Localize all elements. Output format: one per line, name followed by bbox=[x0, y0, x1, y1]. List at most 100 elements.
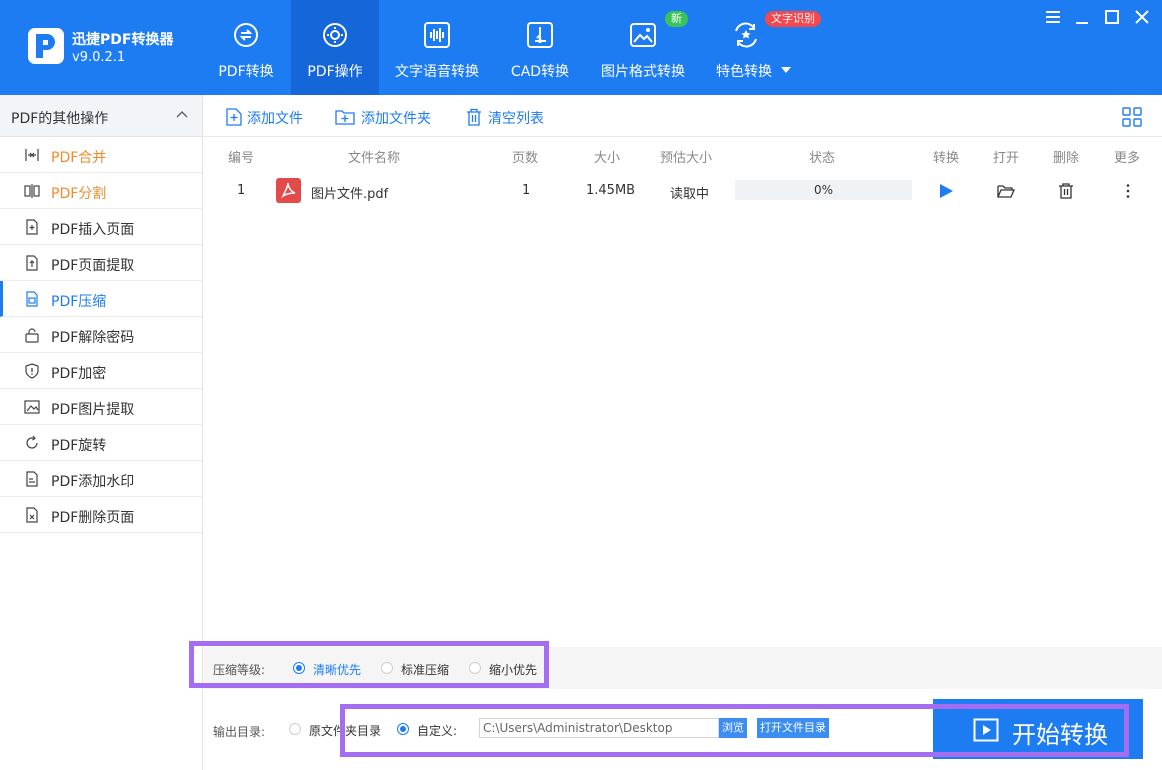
sidebar-item-label: PDF加密 bbox=[51, 366, 107, 382]
tab-label: 图片格式转换 bbox=[601, 64, 685, 80]
header-status: 状态 bbox=[809, 151, 836, 166]
start-convert-button[interactable]: 开始转换 bbox=[933, 699, 1143, 759]
table-row[interactable]: 1 图片文件.pdf 1 1.45MB 读取中 0% bbox=[204, 173, 1162, 209]
maximize-icon[interactable] bbox=[1102, 8, 1122, 26]
sidebar-item-label: PDF插入页面 bbox=[51, 222, 135, 238]
header-size: 大小 bbox=[594, 151, 621, 166]
add-folder-button[interactable]: 添加文件夹 bbox=[335, 107, 445, 127]
app-version: v9.0.2.1 bbox=[72, 50, 126, 65]
row-index: 1 bbox=[237, 183, 246, 198]
add-file-label: 添加文件 bbox=[247, 111, 303, 127]
clear-list-label: 清空列表 bbox=[488, 111, 544, 127]
delete-icon[interactable] bbox=[1057, 182, 1075, 200]
sidebar-item-compress[interactable]: PDF压缩 bbox=[0, 281, 202, 317]
sidebar-item-label: PDF解除密码 bbox=[51, 330, 135, 346]
header-delete: 删除 bbox=[1053, 151, 1080, 166]
sidebar: PDF的其他操作 PDF合并 PDF分割 PDF插入页面 PDF页面提取 PDF… bbox=[0, 95, 203, 770]
sidebar-item-watermark[interactable]: PDF添加水印 bbox=[0, 461, 202, 497]
compress-option-standard[interactable]: 标准压缩 bbox=[401, 661, 449, 678]
compress-radio-standard[interactable] bbox=[381, 662, 393, 674]
sidebar-item-label: PDF删除页面 bbox=[51, 510, 135, 526]
header-pages: 页数 bbox=[512, 151, 539, 166]
browse-button[interactable]: 浏览 bbox=[719, 718, 747, 738]
sidebar-item-label: PDF压缩 bbox=[51, 294, 107, 310]
compress-level-bar: 压缩等级: 清晰优先 标准压缩 缩小优先 bbox=[204, 647, 1162, 689]
compress-icon bbox=[26, 291, 38, 307]
tab-label: CAD转换 bbox=[510, 64, 570, 80]
header-name: 文件名称 bbox=[348, 151, 401, 166]
sidebar-item-label: PDF合并 bbox=[51, 150, 107, 166]
tab-label: PDF转换 bbox=[218, 64, 274, 80]
sidebar-item-extract-page[interactable]: PDF页面提取 bbox=[0, 245, 202, 281]
close-icon[interactable] bbox=[1132, 8, 1152, 26]
chevron-up-icon bbox=[176, 110, 188, 118]
header-estimate: 预估大小 bbox=[660, 151, 713, 166]
extract-page-icon bbox=[26, 255, 38, 271]
sidebar-header[interactable]: PDF的其他操作 bbox=[0, 95, 202, 137]
radio-custom-dir[interactable] bbox=[397, 723, 409, 735]
sidebar-item-rotate[interactable]: PDF旋转 bbox=[0, 425, 202, 461]
custom-dir-label[interactable]: 自定义: bbox=[417, 722, 457, 739]
tab-label: PDF操作 bbox=[307, 64, 363, 80]
sidebar-item-image-extract[interactable]: PDF图片提取 bbox=[0, 389, 202, 425]
add-file-button[interactable]: 添加文件 bbox=[225, 107, 315, 127]
clear-list-button[interactable]: 清空列表 bbox=[466, 107, 556, 127]
ocr-badge: 文字识别 bbox=[765, 11, 821, 27]
add-file-icon bbox=[226, 108, 242, 126]
table-header: 编号 文件名称 页数 大小 预估大小 状态 转换 打开 删除 更多 bbox=[204, 137, 1162, 173]
delete-page-icon bbox=[26, 507, 38, 523]
tab-pdf-operate[interactable]: PDF操作 bbox=[291, 0, 379, 95]
rotate-icon bbox=[26, 435, 38, 449]
tab-voice-convert[interactable]: 文字语音转换 bbox=[385, 0, 489, 95]
voice-wave-icon bbox=[424, 22, 450, 48]
feature-convert-icon bbox=[735, 22, 757, 48]
play-icon[interactable] bbox=[937, 182, 955, 200]
sidebar-item-delete-page[interactable]: PDF删除页面 bbox=[0, 497, 202, 533]
add-folder-icon bbox=[335, 110, 355, 125]
sidebar-item-merge[interactable]: PDF合并 bbox=[0, 137, 202, 173]
menu-icon[interactable] bbox=[1043, 8, 1063, 26]
app-logo bbox=[28, 28, 64, 64]
progress-bar: 0% bbox=[735, 180, 912, 200]
compress-radio-smallest[interactable] bbox=[469, 662, 481, 674]
new-badge: 新 bbox=[665, 11, 688, 27]
minimize-icon[interactable] bbox=[1072, 8, 1092, 26]
grid-view-icon[interactable] bbox=[1122, 107, 1142, 127]
header-more: 更多 bbox=[1114, 151, 1141, 166]
merge-icon bbox=[25, 149, 39, 161]
output-path-input[interactable] bbox=[479, 718, 719, 738]
output-directory-bar: 输出目录: 原文件夹目录 自定义: 浏览 打开文件目录 开始转换 bbox=[204, 689, 1162, 770]
unlock-icon bbox=[25, 328, 39, 343]
header-open: 打开 bbox=[993, 151, 1020, 166]
tab-cad-convert[interactable]: CAD转换 bbox=[500, 0, 580, 95]
sidebar-item-split[interactable]: PDF分割 bbox=[0, 173, 202, 209]
app-name: 迅捷PDF转换器 bbox=[72, 32, 174, 48]
sidebar-item-encrypt[interactable]: PDF加密 bbox=[0, 353, 202, 389]
pdf-operate-icon bbox=[323, 23, 347, 47]
row-size: 1.45MB bbox=[586, 183, 636, 198]
open-dir-button[interactable]: 打开文件目录 bbox=[757, 718, 829, 738]
tab-pdf-convert[interactable]: PDF转换 bbox=[201, 0, 291, 95]
more-icon[interactable] bbox=[1119, 182, 1137, 200]
sidebar-item-label: PDF旋转 bbox=[51, 438, 107, 454]
image-extract-icon bbox=[24, 400, 40, 414]
radio-original-dir[interactable] bbox=[289, 723, 301, 735]
trash-icon bbox=[467, 108, 481, 126]
tab-label: 文字语音转换 bbox=[395, 64, 479, 80]
app-logo-icon bbox=[36, 34, 55, 58]
toolbar: 添加文件 添加文件夹 清空列表 bbox=[204, 95, 1162, 137]
start-icon bbox=[973, 718, 999, 742]
add-folder-label: 添加文件夹 bbox=[361, 111, 431, 127]
sidebar-item-remove-password[interactable]: PDF解除密码 bbox=[0, 317, 202, 353]
compress-option-smallest[interactable]: 缩小优先 bbox=[489, 661, 537, 678]
row-estimate: 读取中 bbox=[670, 187, 710, 202]
image-icon bbox=[630, 23, 656, 47]
original-dir-label[interactable]: 原文件夹目录 bbox=[309, 722, 381, 739]
sidebar-item-insert-page[interactable]: PDF插入页面 bbox=[0, 209, 202, 245]
sidebar-item-label: PDF分割 bbox=[51, 186, 107, 202]
shield-icon bbox=[25, 363, 39, 379]
header-index: 编号 bbox=[228, 151, 255, 166]
compress-radio-clear[interactable] bbox=[293, 662, 305, 674]
open-folder-icon[interactable] bbox=[997, 182, 1015, 200]
compress-option-clear[interactable]: 清晰优先 bbox=[313, 661, 361, 678]
